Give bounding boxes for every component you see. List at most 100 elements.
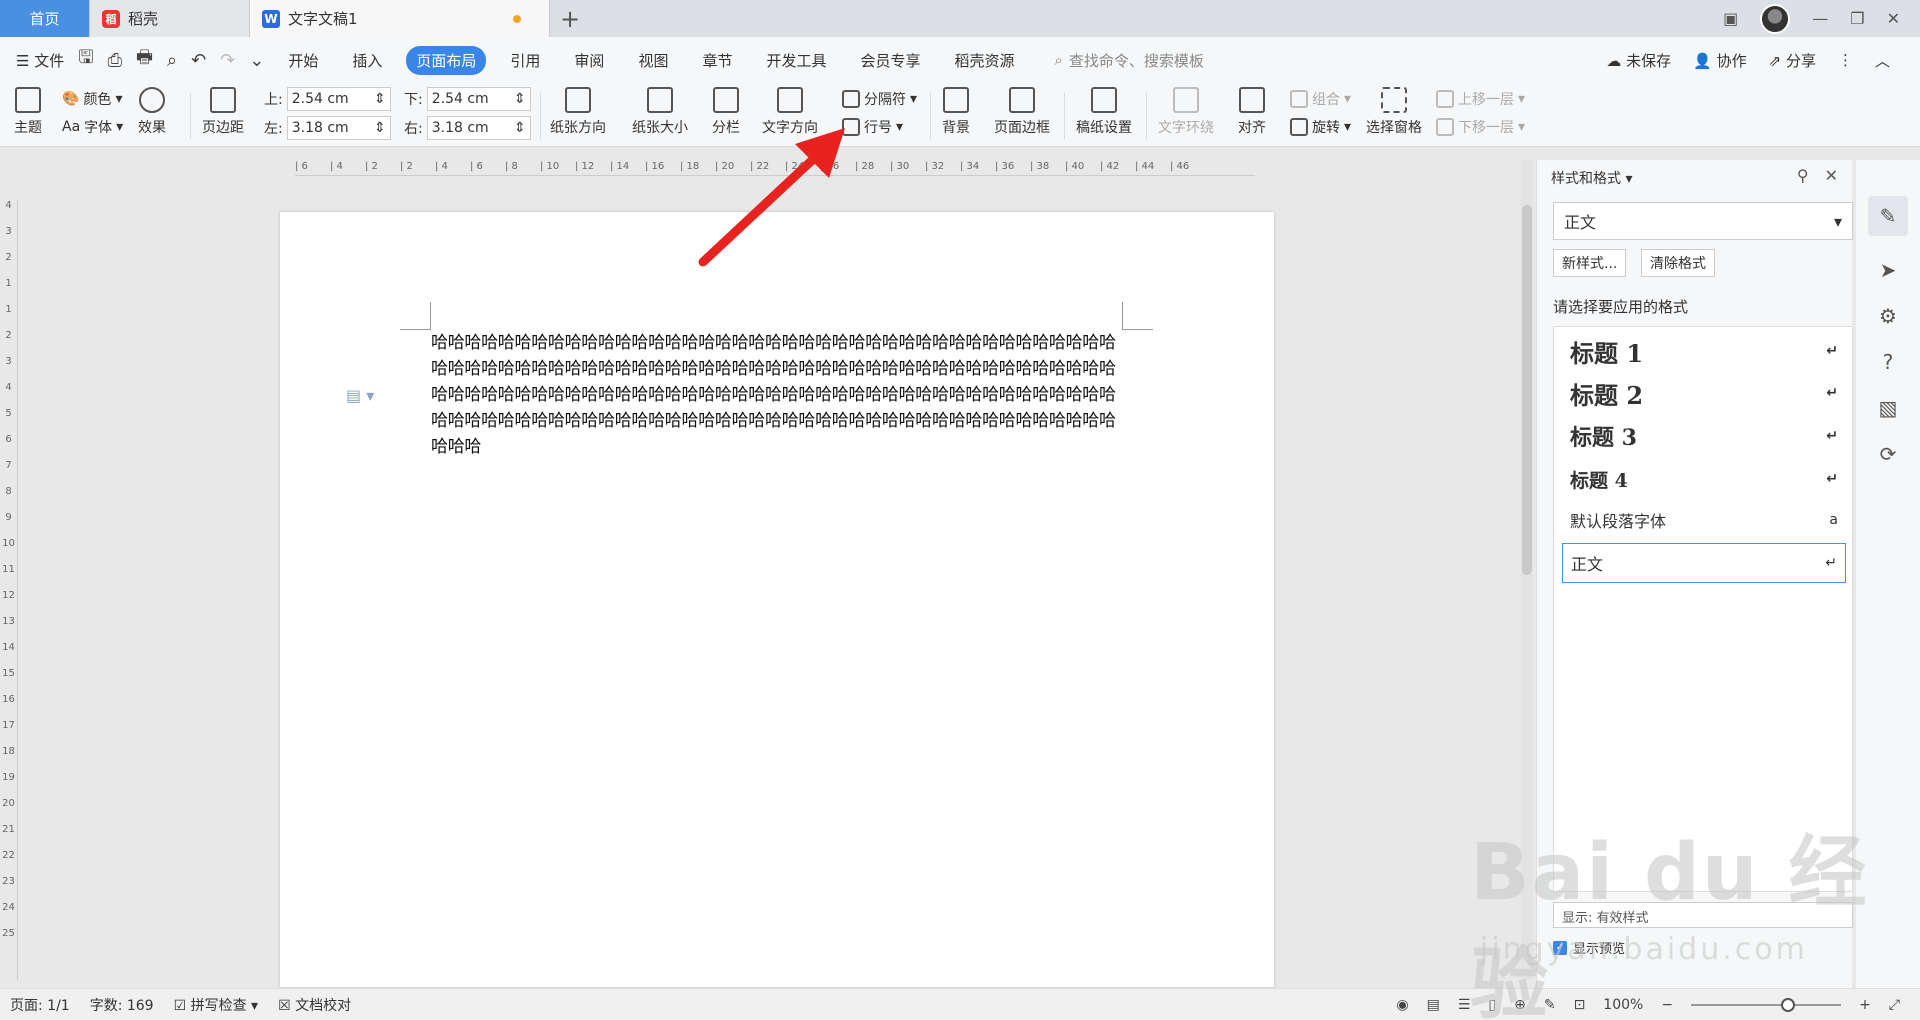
current-style-select[interactable]: 正文 ▾ (1553, 202, 1853, 240)
collapse-ribbon-icon[interactable]: ︿ (1875, 50, 1890, 71)
eye-protect-icon[interactable]: ◉ (1396, 997, 1408, 1013)
style-default-font[interactable]: 默认段落字体 a (1562, 505, 1846, 535)
tab-daoke[interactable]: 稻 稻壳 (90, 0, 250, 37)
scroll-thumb[interactable] (1522, 205, 1532, 575)
save-icon[interactable]: 🖫 (78, 45, 93, 75)
avatar[interactable] (1760, 3, 1791, 34)
pin-icon[interactable]: ⚲ (1797, 166, 1809, 185)
backup-icon[interactable]: ⟳ (1880, 442, 1897, 466)
export-pdf-icon[interactable]: ⎙ (108, 50, 122, 71)
image-settings-icon[interactable]: ▧ (1879, 396, 1898, 420)
right-margin-input[interactable]: 3.18 cm ⇕ (426, 116, 531, 140)
page-view-icon[interactable]: ▤ (1427, 997, 1440, 1013)
color-button[interactable]: 🎨 颜色 ▾ (62, 89, 122, 109)
draft-setting-button[interactable]: 稿纸设置 (1076, 87, 1132, 137)
unsaved-button[interactable]: ☁ 未保存 (1606, 50, 1671, 71)
menu-page-layout[interactable]: 页面布局 (406, 45, 487, 75)
character-style-icon: a (1829, 512, 1838, 528)
text-wrap-button[interactable]: 文字环绕 (1158, 87, 1214, 137)
clear-format-button[interactable]: 清除格式 (1641, 249, 1715, 277)
add-tab-button[interactable]: + (550, 0, 590, 37)
effect-button[interactable]: 效果 (138, 87, 166, 137)
quick-access-dropdown-icon[interactable]: ⌄ (249, 50, 264, 71)
menu-view[interactable]: 视图 (628, 46, 678, 75)
style-heading-3[interactable]: 标题 3 ↵ (1562, 419, 1846, 453)
outline-view-icon[interactable]: ☰ (1458, 997, 1471, 1013)
right-margin-value: 3.18 cm (431, 120, 489, 136)
tab-home[interactable]: 首页 (0, 0, 90, 37)
properties-sliders-icon[interactable]: ⚙ (1879, 304, 1897, 328)
paragraph-layout-icon[interactable]: ▤ ▾ (346, 386, 374, 405)
style-heading-1[interactable]: 标题 1 ↵ (1562, 333, 1846, 369)
paper-size-button[interactable]: 纸张大小 (632, 87, 688, 137)
font-button[interactable]: Aa 字体 ▾ (62, 117, 123, 137)
spell-check-button[interactable]: ☑ 拼写检查 ▾ (174, 995, 259, 1015)
send-backward-button[interactable]: 下移一层 ▾ (1436, 117, 1525, 137)
spin-icon[interactable]: ⇕ (514, 91, 526, 107)
spin-icon[interactable]: ⇕ (514, 120, 526, 136)
left-margin-field[interactable]: 左: 3.18 cm ⇕ (264, 116, 391, 140)
style-normal[interactable]: 正文 ↵ (1562, 543, 1846, 583)
page-border-button[interactable]: 页面边框 (994, 87, 1050, 137)
vertical-ruler[interactable]: 4 3 2 1 1 2 3 4 5 6 7 8 9 10 11 12 13 14 15 16 17 18 19 20 21 22 2… (0, 200, 18, 980)
background-button[interactable]: 背景 (942, 87, 970, 137)
top-margin-field[interactable]: 上: 2.54 cm ⇕ (264, 87, 391, 111)
close-icon[interactable]: ✕ (1887, 9, 1900, 28)
margin-icon (210, 87, 236, 113)
ruler-tick: 3 (5, 226, 12, 237)
bottom-margin-field[interactable]: 下: 2.54 cm ⇕ (404, 87, 531, 111)
menu-member[interactable]: 会员专享 (850, 46, 930, 75)
tab-document[interactable]: W 文字文稿1 (250, 0, 550, 37)
group-button[interactable]: 组合 ▾ (1290, 89, 1351, 109)
bottom-margin-value: 2.54 cm (431, 91, 489, 107)
document-text[interactable]: 哈哈哈哈哈哈哈哈哈哈哈哈哈哈哈哈哈哈哈哈哈哈哈哈哈哈哈哈哈哈哈哈哈哈哈哈哈哈哈哈… (431, 330, 1127, 460)
bring-forward-button[interactable]: 上移一层 ▾ (1436, 89, 1525, 109)
window-layout-icon[interactable]: ▣ (1723, 9, 1738, 28)
panel-close-icon[interactable]: ✕ (1825, 166, 1838, 185)
undo-icon[interactable]: ↶ (191, 50, 206, 71)
menu-daoke-resources[interactable]: 稻壳资源 (945, 46, 1025, 75)
document-proof-button[interactable]: ☒ 文档校对 (278, 995, 351, 1015)
menu-insert[interactable]: 插入 (342, 46, 392, 75)
background-icon (943, 87, 969, 113)
menu-review[interactable]: 审阅 (564, 46, 614, 75)
collab-button[interactable]: 👤 协作 (1693, 50, 1746, 71)
menu-start[interactable]: 开始 (278, 46, 328, 75)
command-search[interactable]: ⌕ 查找命令、搜索模板 (1055, 50, 1204, 71)
bring-forward-label: 上移一层 (1458, 92, 1514, 108)
spin-icon[interactable]: ⇕ (374, 91, 386, 107)
help-icon[interactable]: ? (1883, 350, 1894, 374)
new-style-button[interactable]: 新样式... (1553, 249, 1627, 277)
menu-bar: ☰ 文件 🖫 ⎙ 🖶 ⌕ ↶ ↷ ⌄ 开始 插入 页面布局 引用 审阅 视图 章… (0, 37, 1920, 83)
word-count[interactable]: 字数: 169 (90, 995, 154, 1015)
print-icon[interactable]: 🖶 (136, 45, 153, 75)
right-margin-field[interactable]: 右: 3.18 cm ⇕ (404, 116, 531, 140)
menu-developer[interactable]: 开发工具 (756, 46, 836, 75)
rotate-button[interactable]: 旋转 ▾ (1290, 117, 1351, 137)
menu-references[interactable]: 引用 (500, 46, 550, 75)
separator-button[interactable]: 分隔符 ▾ (842, 89, 917, 109)
panel-title[interactable]: 样式和格式 ▾ (1551, 168, 1632, 188)
margin-button[interactable]: 页边距 (202, 87, 244, 137)
restore-icon[interactable]: ❐ (1850, 9, 1864, 28)
page-count[interactable]: 页面: 1/1 (10, 995, 70, 1015)
file-menu[interactable]: ☰ 文件 (16, 50, 64, 71)
top-margin-input[interactable]: 2.54 cm ⇕ (286, 87, 391, 111)
style-heading-4[interactable]: 标题 4 ↵ (1562, 463, 1846, 495)
spin-icon[interactable]: ⇕ (374, 120, 386, 136)
share-button[interactable]: ⇗ 分享 (1769, 50, 1816, 71)
more-menu-icon[interactable]: ⋮ (1838, 51, 1853, 69)
style-pen-icon[interactable]: ✎ (1868, 196, 1908, 236)
select-cursor-icon[interactable]: ➤ (1880, 258, 1897, 282)
theme-button[interactable]: 主题 (14, 87, 42, 137)
left-margin-input[interactable]: 3.18 cm ⇕ (286, 116, 391, 140)
selection-pane-button[interactable]: 选择窗格 (1366, 87, 1422, 137)
align-button[interactable]: 对齐 (1238, 87, 1266, 137)
menu-chapter[interactable]: 章节 (692, 46, 742, 75)
minimize-icon[interactable]: — (1812, 9, 1828, 28)
orientation-button[interactable]: 纸张方向 (550, 87, 606, 137)
redo-icon[interactable]: ↷ (220, 50, 235, 71)
print-preview-icon[interactable]: ⌕ (167, 50, 177, 71)
bottom-margin-input[interactable]: 2.54 cm ⇕ (426, 87, 531, 111)
style-heading-2[interactable]: 标题 2 ↵ (1562, 375, 1846, 411)
